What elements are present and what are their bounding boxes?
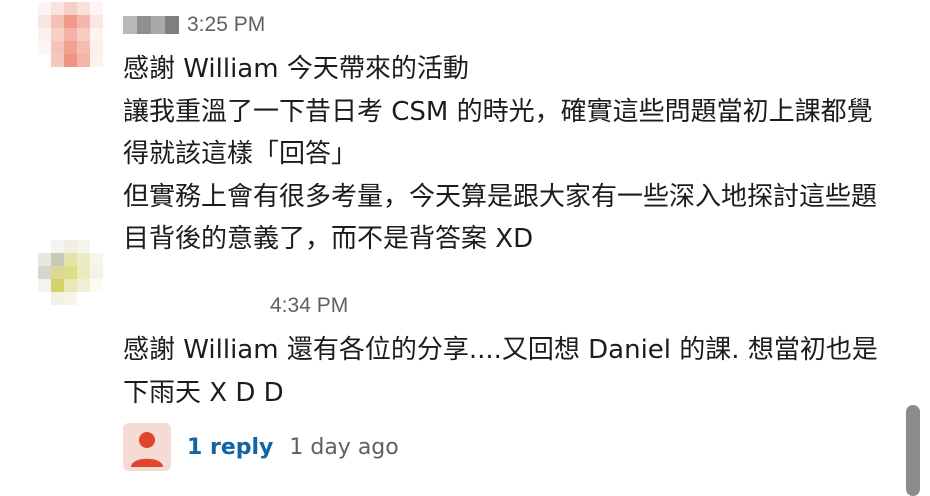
message-line: 感謝 William 今天帶來的活動 <box>123 54 469 84</box>
message-thread: 3:25 PM 感謝 William 今天帶來的活動 讓我重溫了一下昔日考 CS… <box>0 0 930 496</box>
scrollbar[interactable] <box>906 405 920 496</box>
message-line: 但實務上會有很多考量，今天算是跟大家有一些深入地探討這些題目背後的意義了，而不是… <box>123 181 878 255</box>
message-line: 讓我重溫了一下昔日考 CSM 的時光，確實這些問題當初上課都覺得就該這樣「回答」 <box>123 96 873 170</box>
message-header: 4:34 PM <box>270 292 348 320</box>
thread-replies-bar[interactable]: 1 reply 1 day ago <box>123 423 399 471</box>
last-reply-time: 1 day ago <box>289 434 399 460</box>
person-icon[interactable] <box>123 423 171 471</box>
message-timestamp[interactable]: 3:25 PM <box>187 11 265 39</box>
message-header: 3:25 PM <box>123 11 265 39</box>
avatar[interactable] <box>38 240 103 305</box>
sender-name-redacted[interactable] <box>123 16 179 34</box>
avatar[interactable] <box>38 2 103 67</box>
message-timestamp[interactable]: 4:34 PM <box>270 292 348 320</box>
message-body: 感謝 William 今天帶來的活動 讓我重溫了一下昔日考 CSM 的時光，確實… <box>123 48 883 261</box>
message-body: 感謝 William 還有各位的分享....又回想 Daniel 的課. 想當初… <box>123 329 883 414</box>
reply-count-link[interactable]: 1 reply <box>187 435 273 460</box>
message-line: 感謝 William 還有各位的分享....又回想 Daniel 的課. 想當初… <box>123 335 878 408</box>
